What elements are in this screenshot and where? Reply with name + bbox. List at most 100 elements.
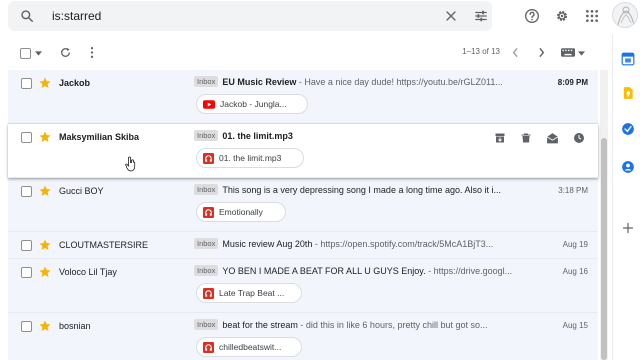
select-dropdown-icon[interactable]	[35, 51, 42, 56]
inbox-label: Inbox	[194, 130, 219, 141]
star-icon[interactable]	[38, 184, 52, 198]
row-actions	[492, 132, 592, 146]
mail-row[interactable]: Jackob Inbox EU Music Review - Have a nic…	[8, 70, 598, 124]
audio-file-icon	[203, 152, 214, 164]
inbox-label: Inbox	[194, 238, 219, 249]
attachment-name: chilledbeatswit...	[219, 342, 282, 352]
row-checkbox[interactable]	[21, 321, 32, 332]
date: Aug 15	[562, 321, 588, 330]
star-icon[interactable]	[38, 76, 52, 90]
snippet: - did this in like 6 hours, pretty chill…	[297, 320, 488, 330]
sender-name: Jackob	[59, 78, 91, 88]
help-icon[interactable]	[524, 8, 540, 24]
keep-icon[interactable]	[621, 86, 635, 100]
sender-name: Voloco Lil Tjay	[59, 267, 117, 277]
subject-line: Inbox Music review Aug 20th - https://ope…	[194, 238, 526, 252]
snippet: - https://drive.googl...	[425, 266, 513, 276]
inbox-label: Inbox	[194, 265, 219, 276]
archive-icon[interactable]	[494, 132, 506, 144]
inbox-label: Inbox	[194, 76, 219, 87]
snippet: - https://open.spotify.com/track/5McA1Bj…	[312, 239, 494, 249]
tune-icon[interactable]	[474, 9, 488, 23]
date: 8:09 PM	[557, 78, 588, 87]
snippet: - Have a nice day dude! https://youtu.be…	[296, 77, 503, 87]
mouse-cursor-icon	[125, 156, 136, 172]
row-checkbox[interactable]	[21, 78, 32, 89]
scrollbar-thumb[interactable]	[601, 138, 607, 360]
attachment-chip[interactable]: chilledbeatswit...	[196, 337, 302, 357]
search-bar[interactable]	[8, 1, 492, 31]
chevron-left-icon[interactable]	[511, 47, 519, 58]
date: Aug 16	[562, 267, 588, 276]
subject: EU Music Review	[222, 77, 297, 87]
close-icon[interactable]	[445, 10, 457, 22]
mail-row[interactable]: bosnian Inbox beat for the stream - did t…	[8, 313, 598, 360]
page-count: 1–13 of 13	[462, 47, 500, 56]
youtube-icon	[203, 99, 215, 109]
attachment-chip[interactable]: Jackob - Jungla...	[196, 94, 308, 114]
attachment-chip[interactable]: Late Trap Beat ...	[196, 283, 302, 303]
attachment-name: 01. the limit.mp3	[219, 153, 282, 163]
sender-name: Maksymilian Skiba	[59, 132, 140, 142]
mail-row[interactable]: Maksymilian Skiba Inbox 01. the limit.mp3…	[8, 124, 598, 178]
delete-icon[interactable]	[520, 132, 532, 144]
subject: YO BEN I MADE A BEAT FOR ALL U GUYS Enjo…	[222, 266, 426, 276]
subject-line: Inbox beat for the stream - did this in l…	[194, 319, 526, 333]
row-checkbox[interactable]	[21, 186, 32, 197]
subject: Music review Aug 20th	[222, 239, 313, 249]
more-vert-icon[interactable]	[88, 46, 96, 59]
mark-read-icon[interactable]	[546, 132, 559, 144]
inbox-label: Inbox	[194, 319, 219, 330]
sender-name: bosnian	[59, 321, 91, 331]
star-icon[interactable]	[38, 130, 52, 144]
tasks-icon[interactable]	[621, 122, 635, 136]
mail-list: Jackob Inbox EU Music Review - Have a nic…	[8, 70, 598, 360]
gear-icon[interactable]	[554, 8, 570, 24]
subject: beat for the stream	[222, 320, 298, 330]
snooze-icon[interactable]	[573, 132, 585, 144]
apps-grid-icon[interactable]	[584, 8, 600, 24]
side-panel	[612, 34, 640, 360]
avatar-sketch-icon	[617, 6, 635, 26]
date: 3:18 PM	[558, 186, 588, 195]
audio-file-icon	[203, 341, 214, 353]
audio-file-icon	[203, 206, 214, 218]
select-all-checkbox[interactable]	[20, 48, 31, 59]
mail-row[interactable]: CLOUTMASTERSIRE Inbox Music review Aug 20…	[8, 232, 598, 259]
row-checkbox[interactable]	[21, 240, 32, 251]
subject-line: Inbox This song is a very depressing song…	[194, 184, 526, 198]
keyboard-icon[interactable]	[561, 48, 575, 57]
sender-name: Gucci BOY	[59, 186, 104, 196]
mail-row[interactable]: Voloco Lil Tjay Inbox YO BEN I MADE A BEA…	[8, 259, 598, 313]
attachment-chip[interactable]: 01. the limit.mp3	[196, 148, 304, 168]
audio-file-icon	[203, 287, 214, 299]
row-checkbox[interactable]	[21, 267, 32, 278]
chevron-down-icon[interactable]	[578, 51, 585, 56]
star-icon[interactable]	[38, 238, 52, 252]
attachment-chip[interactable]: Emotionally	[196, 202, 286, 222]
account-avatar[interactable]	[612, 2, 638, 28]
subject-line: Inbox 01. the limit.mp3	[194, 130, 484, 144]
subject-line: Inbox EU Music Review - Have a nice day d…	[194, 76, 526, 90]
star-icon[interactable]	[38, 319, 52, 333]
subject: This song is a very depressing song I ma…	[222, 185, 502, 195]
star-icon[interactable]	[38, 265, 52, 279]
top-bar	[0, 0, 640, 34]
search-input[interactable]	[52, 7, 432, 25]
sender-name: CLOUTMASTERSIRE	[59, 240, 149, 250]
search-icon[interactable]	[20, 9, 34, 23]
attachment-name: Emotionally	[219, 207, 263, 217]
subject: 01. the limit.mp3	[222, 131, 293, 141]
subject-line: Inbox YO BEN I MADE A BEAT FOR ALL U GUYS…	[194, 265, 526, 279]
add-icon[interactable]	[622, 222, 634, 234]
attachment-name: Late Trap Beat ...	[219, 288, 285, 298]
attachment-name: Jackob - Jungla...	[220, 99, 287, 109]
contacts-icon[interactable]	[621, 160, 635, 174]
date: Aug 19	[562, 240, 588, 249]
chevron-right-icon[interactable]	[538, 47, 546, 58]
row-checkbox[interactable]	[21, 132, 32, 143]
calendar-icon[interactable]	[621, 52, 635, 66]
mail-toolbar: 1–13 of 13	[0, 38, 598, 68]
mail-row[interactable]: Gucci BOY Inbox This song is a very depre…	[8, 178, 598, 232]
refresh-icon[interactable]	[59, 46, 72, 59]
